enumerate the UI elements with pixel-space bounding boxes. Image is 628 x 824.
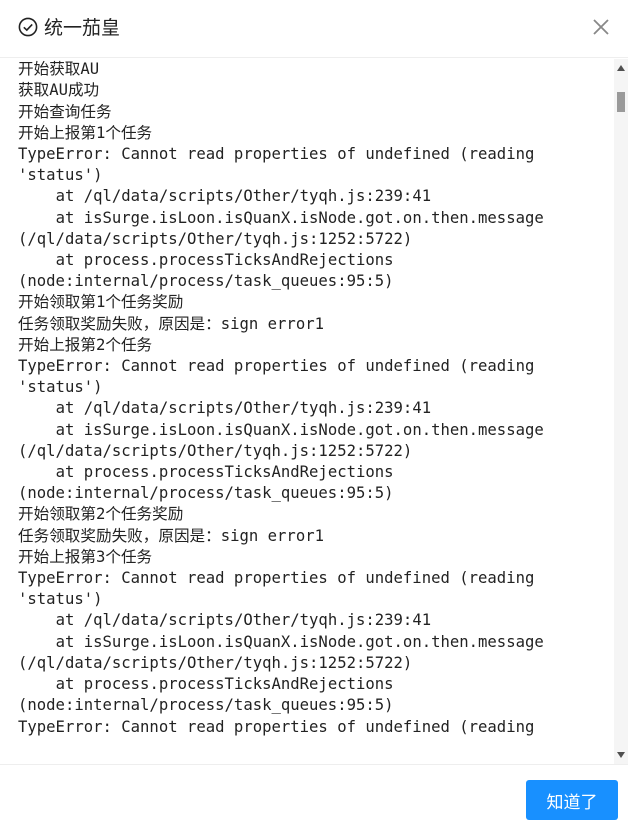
log-line: 获取AU成功 [18,81,100,100]
log-line: 'status') [18,166,103,185]
log-line: (node:internal/process/task_queues:95:5) [18,272,394,291]
dialog-footer: 知道了 [0,764,628,824]
log-line: at isSurge.isLoon.isQuanX.isNode.got.on.… [18,420,544,439]
log-line: (node:internal/process/task_queues:95:5) [18,484,394,503]
log-output-panel[interactable]: 开始获取AU（部分遮挡）开始获取AU获取AU成功开始查询任务开始上报第1个任务T… [0,59,628,764]
log-line: 开始领取第2个任务奖励 [18,505,184,524]
ok-button[interactable]: 知道了 [526,780,618,820]
log-line: 开始查询任务 [18,102,112,121]
vertical-scrollbar[interactable] [614,59,628,764]
log-line: 开始上报第1个任务 [18,123,153,142]
log-line: (/ql/data/scripts/Other/tyqh.js:1252:572… [18,229,413,248]
log-line: TypeError: Cannot read properties of und… [18,357,535,376]
log-line: at /ql/data/scripts/Other/tyqh.js:239:41 [18,399,432,418]
dialog-header: 统一茄皇 [0,0,628,58]
log-line: at process.processTicksAndRejections [18,463,394,482]
scrollbar-thumb[interactable] [617,92,625,112]
log-line: at process.processTicksAndRejections [18,675,394,694]
log-line: at isSurge.isLoon.isQuanX.isNode.got.on.… [18,208,544,227]
log-line: 开始获取AU [18,60,100,79]
log-line: (node:internal/process/task_queues:95:5) [18,696,394,715]
log-line: 开始上报第2个任务 [18,335,153,354]
log-line: at isSurge.isLoon.isQuanX.isNode.got.on.… [18,632,544,651]
log-line: TypeError: Cannot read properties of und… [18,569,535,588]
log-line: at /ql/data/scripts/Other/tyqh.js:239:41 [18,611,432,630]
log-line: at /ql/data/scripts/Other/tyqh.js:239:41 [18,187,432,206]
log-text: 开始获取AU（部分遮挡）开始获取AU获取AU成功开始查询任务开始上报第1个任务T… [18,59,610,738]
log-line: TypeError: Cannot read properties of und… [18,717,535,736]
log-line: (/ql/data/scripts/Other/tyqh.js:1252:572… [18,441,413,460]
log-line: 'status') [18,378,103,397]
log-line: 任务领取奖励失败，原因是：sign error1 [18,314,324,333]
log-line: 开始领取第1个任务奖励 [18,293,184,312]
dialog-title: 统一茄皇 [44,17,121,39]
log-line: 任务领取奖励失败，原因是：sign error1 [18,526,324,545]
log-line: at process.processTicksAndRejections [18,251,394,270]
close-icon[interactable] [590,16,612,38]
log-line: TypeError: Cannot read properties of und… [18,145,535,164]
scroll-down-arrow-icon[interactable] [617,752,625,758]
log-line: 'status') [18,590,103,609]
log-line: (/ql/data/scripts/Other/tyqh.js:1252:572… [18,653,413,672]
check-circle-icon [18,17,38,37]
scroll-up-arrow-icon[interactable] [617,65,625,71]
log-line: 开始上报第3个任务 [18,547,153,566]
